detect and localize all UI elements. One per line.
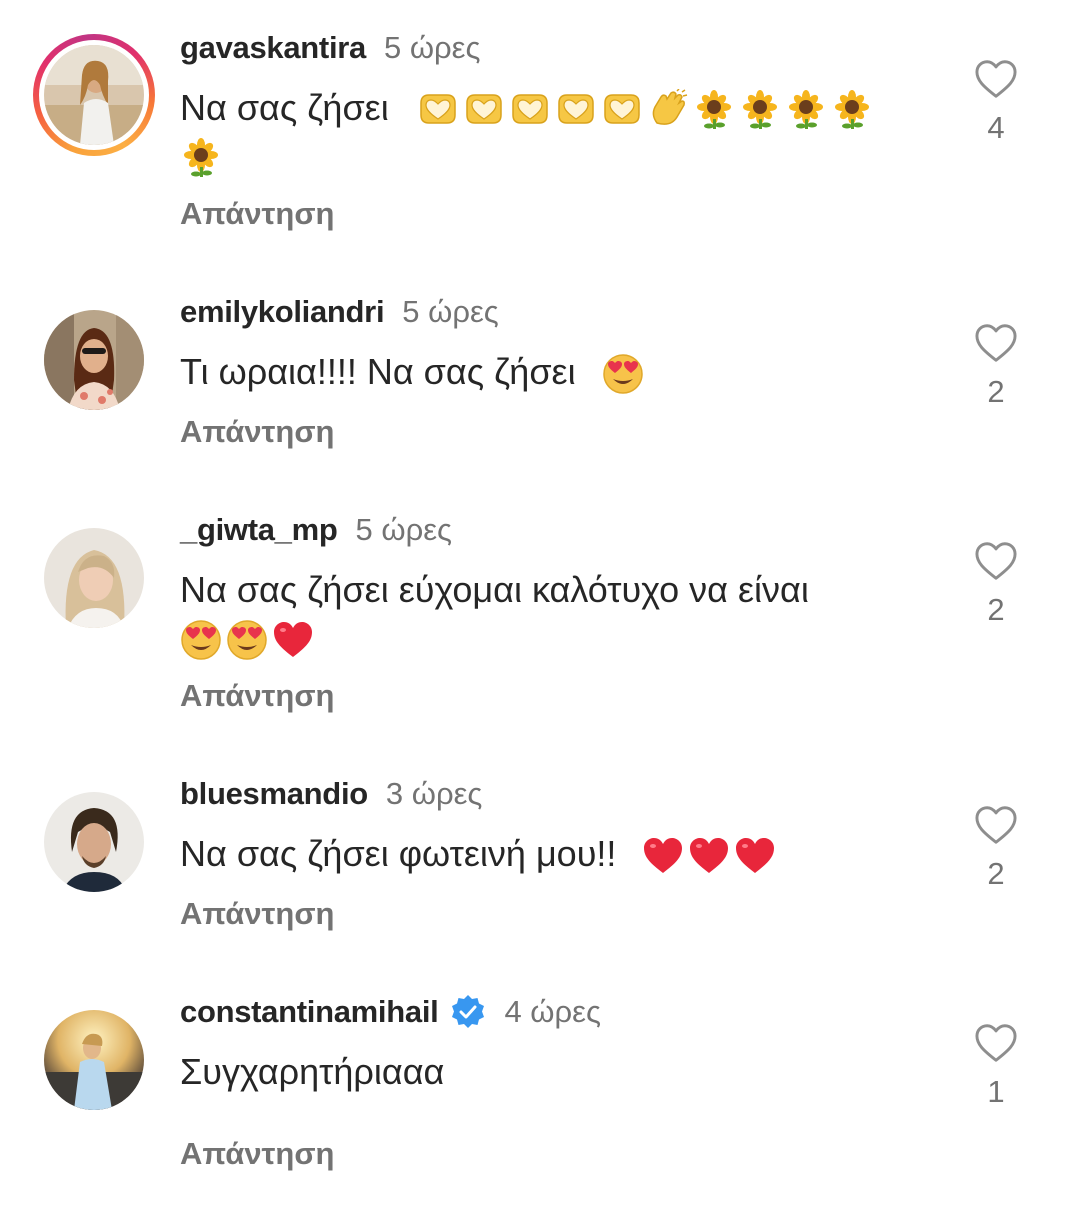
heart-outline-icon[interactable] (966, 58, 1026, 100)
comment-body: Τι ωραια!!!! Να σας ζήσει (180, 351, 576, 392)
heart-hands-emoji (463, 89, 505, 131)
heart-hands-emoji (555, 89, 597, 131)
avatar[interactable] (44, 1010, 144, 1110)
comment-header: _giwta_mp 5 ώρες (180, 512, 452, 548)
reply-button[interactable]: Απάντηση (180, 414, 334, 450)
red-heart-emoji (642, 835, 684, 877)
comment-header: constantinamihail 4 ώρες (180, 994, 601, 1030)
like-button[interactable]: 2 (966, 804, 1026, 892)
sunflower-emoji (180, 137, 222, 179)
red-heart-emoji (272, 619, 314, 661)
heart-outline-icon[interactable] (966, 322, 1026, 364)
like-count[interactable]: 4 (966, 110, 1026, 146)
heart-eyes-emoji (226, 619, 268, 661)
timestamp: 5 ώρες (355, 512, 452, 547)
avatar[interactable] (44, 528, 144, 628)
heart-hands-emoji (601, 89, 643, 131)
heart-hands-emoji (509, 89, 551, 131)
comment-body: Να σας ζήσει εύχομαι καλότυχο να είναι (180, 569, 809, 610)
comment-text: Τι ωραια!!!! Να σας ζήσει (180, 348, 920, 396)
red-heart-emoji (688, 835, 730, 877)
comment-text: Να σας ζήσει (180, 84, 920, 180)
sunflower-emoji (693, 89, 735, 131)
avatar-ring-inner (39, 40, 149, 150)
heart-outline-icon[interactable] (966, 804, 1026, 846)
avatar-story-ring[interactable] (33, 34, 155, 156)
like-button[interactable]: 2 (966, 540, 1026, 628)
comment-text: Να σας ζήσει εύχομαι καλότυχο να είναι (180, 566, 920, 662)
comment-body: Να σας ζήσει (180, 87, 389, 128)
like-count[interactable]: 2 (966, 374, 1026, 410)
username[interactable]: emilykoliandri (180, 294, 385, 330)
comment-body: Συγχαρητήριααα (180, 1051, 445, 1092)
red-heart-emoji (734, 835, 776, 877)
comment-header: gavaskantira 5 ώρες (180, 30, 480, 66)
timestamp: 5 ώρες (402, 294, 499, 329)
timestamp: 5 ώρες (383, 30, 481, 65)
like-count[interactable]: 2 (966, 856, 1026, 892)
reply-button[interactable]: Απάντηση (180, 196, 334, 232)
timestamp: 4 ώρες (504, 994, 601, 1029)
sunflower-emoji (831, 89, 873, 131)
comment-text: Να σας ζήσει φωτεινή μου!! (180, 830, 920, 878)
username[interactable]: bluesmandio (180, 776, 368, 812)
comment-header: bluesmandio 3 ώρες (180, 776, 482, 812)
heart-eyes-emoji (602, 353, 644, 395)
reply-button[interactable]: Απάντηση (180, 896, 334, 932)
clapping-hands-emoji (647, 89, 689, 131)
reply-button[interactable]: Απάντηση (180, 678, 334, 714)
sunflower-emoji (785, 89, 827, 131)
avatar[interactable] (44, 310, 144, 410)
heart-outline-icon[interactable] (966, 1022, 1026, 1064)
sunflower-emoji (739, 89, 781, 131)
comment-text: Συγχαρητήριααα (180, 1048, 920, 1096)
like-count[interactable]: 2 (966, 592, 1026, 628)
username[interactable]: gavaskantira (180, 30, 366, 66)
comment-body: Να σας ζήσει φωτεινή μου!! (180, 833, 617, 874)
avatar[interactable] (44, 792, 144, 892)
reply-button[interactable]: Απάντηση (180, 1136, 334, 1172)
like-button[interactable]: 1 (966, 1022, 1026, 1110)
comment-header: emilykoliandri 5 ώρες (180, 294, 499, 330)
heart-outline-icon[interactable] (966, 540, 1026, 582)
timestamp: 3 ώρες (385, 776, 483, 811)
username[interactable]: constantinamihail (180, 994, 439, 1030)
avatar (44, 45, 144, 145)
like-count[interactable]: 1 (966, 1074, 1026, 1110)
like-button[interactable]: 4 (966, 58, 1026, 146)
heart-eyes-emoji (180, 619, 222, 661)
verified-badge-icon (450, 994, 486, 1030)
like-button[interactable]: 2 (966, 322, 1026, 410)
username[interactable]: _giwta_mp (180, 512, 338, 548)
heart-hands-emoji (417, 89, 459, 131)
